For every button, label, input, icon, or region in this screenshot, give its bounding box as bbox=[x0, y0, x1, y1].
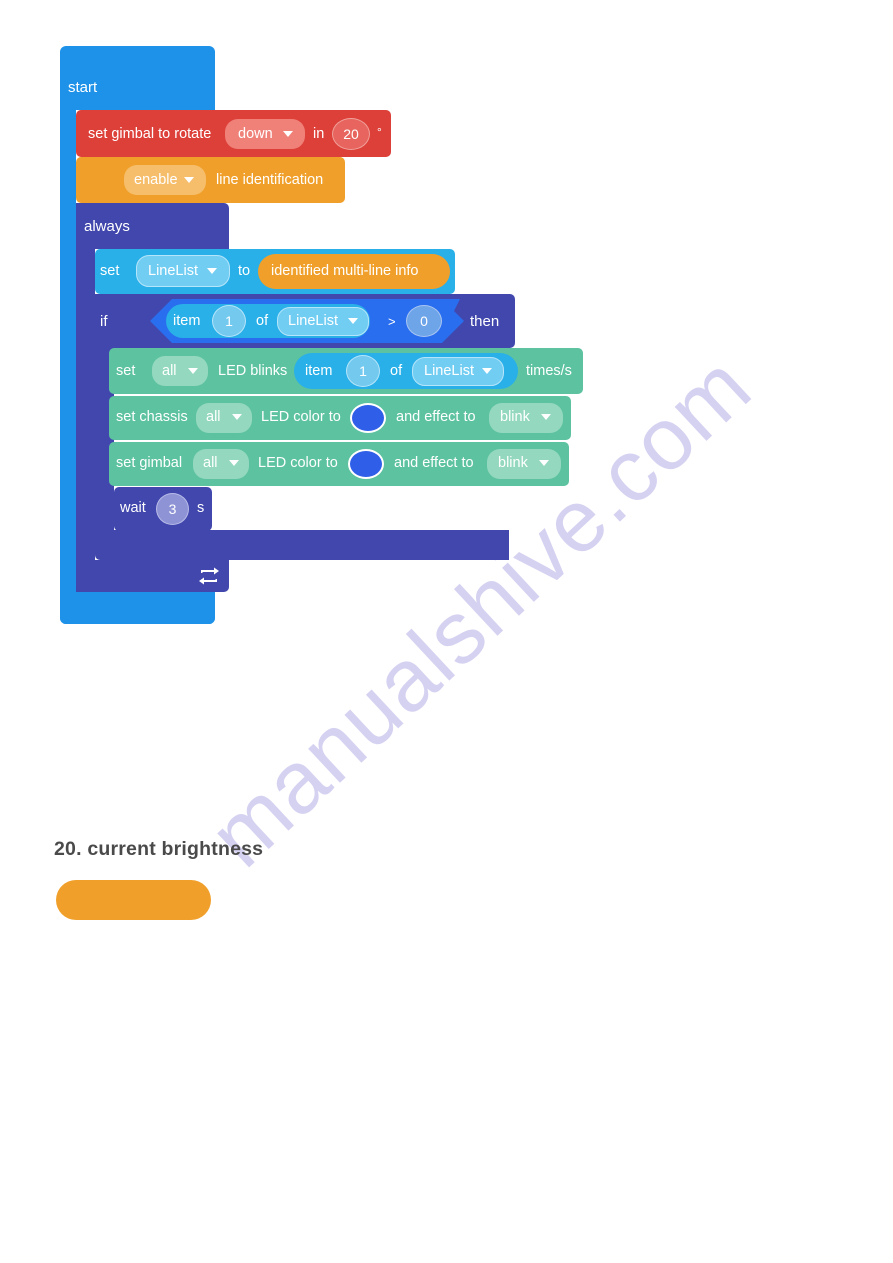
to-label: to bbox=[238, 263, 251, 279]
gimbal-led-target-value: all bbox=[203, 455, 218, 471]
degree-symbol: ° bbox=[377, 125, 382, 139]
gimbal-led-target-dropdown[interactable] bbox=[193, 449, 249, 479]
chassis-led-target-dropdown[interactable] bbox=[196, 403, 252, 433]
led-target-value: all bbox=[162, 363, 177, 379]
gimbal-angle-input[interactable]: 20 bbox=[332, 118, 370, 150]
chevron-down-icon[interactable] bbox=[541, 414, 551, 420]
item-label: item bbox=[305, 363, 333, 379]
set-label: set bbox=[116, 363, 136, 379]
loop-arrow-icon bbox=[199, 567, 219, 585]
item-index-input[interactable]: 1 bbox=[346, 355, 380, 387]
always-loop-label: always bbox=[84, 218, 130, 235]
chevron-down-icon[interactable] bbox=[184, 177, 194, 183]
led-color-to-label: LED color to bbox=[261, 409, 341, 425]
chassis-led-color-swatch[interactable] bbox=[350, 403, 386, 433]
list-name-value: LineList bbox=[424, 363, 474, 379]
identified-multiline-info-label: identified multi-line info bbox=[271, 263, 419, 279]
times-per-second-label: times/s bbox=[526, 363, 572, 379]
if-label: if bbox=[100, 313, 108, 330]
chevron-down-icon[interactable] bbox=[348, 318, 358, 324]
chevron-down-icon[interactable] bbox=[188, 368, 198, 374]
always-loop-left-bar bbox=[76, 203, 95, 592]
item-index-input[interactable]: 1 bbox=[212, 305, 246, 337]
gimbal-direction-value: down bbox=[238, 126, 273, 142]
of-label: of bbox=[256, 313, 269, 329]
chassis-led-target-value: all bbox=[206, 409, 221, 425]
line-identification-label: line identification bbox=[216, 172, 324, 188]
wait-block-filler bbox=[114, 531, 509, 560]
wait-seconds-label: s bbox=[197, 500, 205, 516]
greater-than-operator: > bbox=[388, 314, 396, 329]
chevron-down-icon[interactable] bbox=[283, 131, 293, 137]
chevron-down-icon[interactable] bbox=[232, 414, 242, 420]
wait-duration-input[interactable]: 3 bbox=[156, 493, 189, 525]
chevron-down-icon[interactable] bbox=[482, 368, 492, 374]
scratch-block-canvas: start set gimbal to rotate down in 20 ° … bbox=[0, 0, 893, 1263]
gimbal-led-color-swatch[interactable] bbox=[348, 449, 384, 479]
section-heading: 20. current brightness bbox=[54, 838, 264, 860]
chassis-led-effect-value: blink bbox=[500, 409, 530, 425]
set-label: set bbox=[100, 263, 120, 279]
chevron-down-icon[interactable] bbox=[229, 460, 239, 466]
chevron-down-icon[interactable] bbox=[207, 268, 217, 274]
chevron-down-icon[interactable] bbox=[539, 460, 549, 466]
set-gimbal-label: set gimbal bbox=[116, 455, 183, 471]
in-label: in bbox=[313, 126, 325, 142]
then-label: then bbox=[470, 313, 500, 330]
set-gimbal-rotate-label: set gimbal to rotate bbox=[88, 126, 212, 142]
led-blinks-label: LED blinks bbox=[218, 363, 288, 379]
list-name-value: LineList bbox=[288, 313, 338, 329]
variable-name-value: LineList bbox=[148, 263, 198, 279]
item-label: item bbox=[173, 313, 201, 329]
led-color-to-label: LED color to bbox=[258, 455, 338, 471]
and-effect-to-label: and effect to bbox=[394, 455, 474, 471]
led-target-dropdown[interactable] bbox=[152, 356, 208, 386]
and-effect-to-label: and effect to bbox=[396, 409, 476, 425]
wait-label: wait bbox=[120, 500, 146, 516]
of-label: of bbox=[390, 363, 403, 379]
current-brightness-reporter-block[interactable] bbox=[56, 880, 211, 920]
start-block-label: start bbox=[68, 79, 98, 96]
line-identification-toggle-value: enable bbox=[134, 172, 178, 188]
set-chassis-label: set chassis bbox=[116, 409, 188, 425]
comparison-right-input[interactable]: 0 bbox=[406, 305, 442, 337]
gimbal-led-effect-value: blink bbox=[498, 455, 528, 471]
